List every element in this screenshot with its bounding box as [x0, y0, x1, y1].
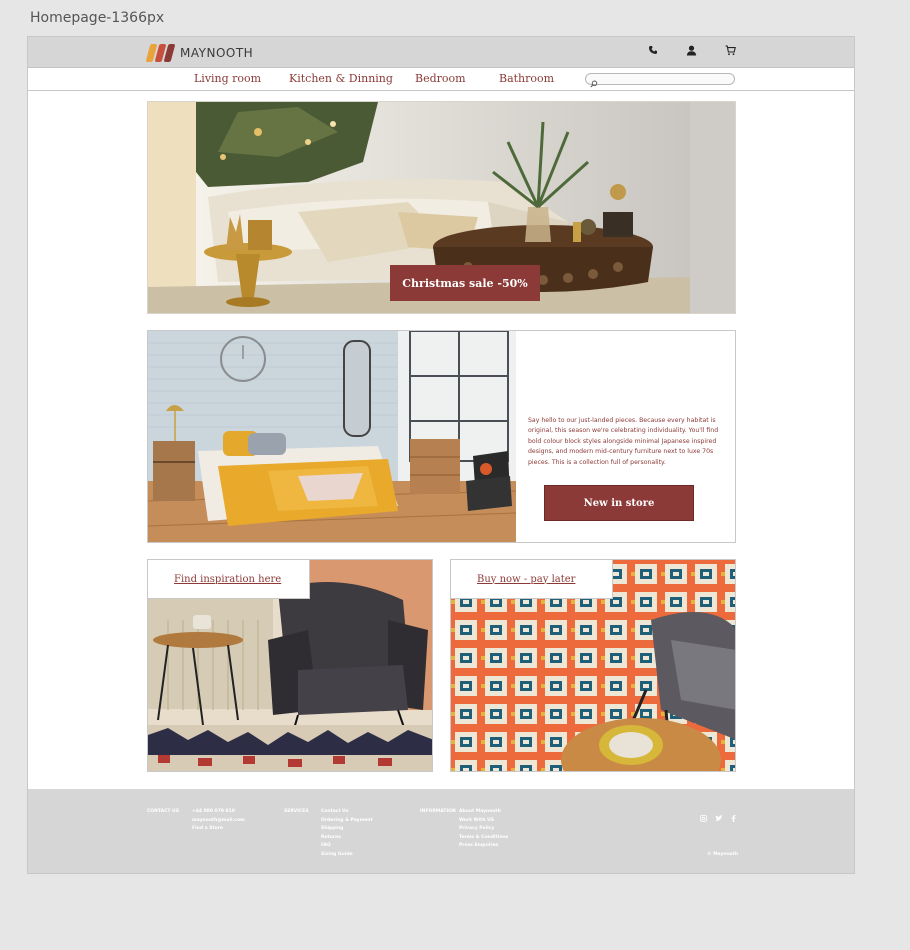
- logo-mark-icon: [145, 43, 176, 63]
- twitter-icon[interactable]: [715, 809, 723, 827]
- page-frame: MAYNOOTH Living room Kitchen & Dinning B…: [27, 36, 855, 874]
- pay-later-tile[interactable]: Buy now - pay later: [450, 559, 736, 772]
- header-icons: [648, 45, 736, 56]
- brand-logo[interactable]: MAYNOOTH: [145, 43, 254, 63]
- brand-name: MAYNOOTH: [180, 46, 254, 60]
- footer-information-list: About Maynooth Work With US Privacy Poli…: [459, 808, 508, 851]
- cart-icon[interactable]: [725, 45, 736, 56]
- footer-link-press[interactable]: Press Enquiries: [459, 842, 508, 851]
- inspiration-tile[interactable]: Find inspiration here: [147, 559, 433, 772]
- footer-link-about[interactable]: About Maynooth: [459, 808, 508, 817]
- search-icon: [590, 75, 598, 93]
- hero-banner: Christmas sale -50%: [147, 101, 736, 314]
- footer-find-store[interactable]: Find a Store: [192, 825, 245, 834]
- copyright: © Maynooth: [707, 852, 739, 857]
- new-in-description: Say hello to our just-landed pieces. Bec…: [528, 417, 719, 466]
- footer-services-list: Contact Us Ordering & Payment Shipping R…: [321, 808, 373, 860]
- nav-item-bathroom[interactable]: Bathroom: [499, 72, 554, 85]
- social-links: [700, 809, 736, 827]
- footer-link-ordering[interactable]: Ordering & Payment: [321, 817, 373, 826]
- search-input[interactable]: [600, 74, 730, 84]
- christmas-sale-button[interactable]: Christmas sale -50%: [390, 265, 540, 301]
- footer-contact-heading: CONTACT US: [147, 809, 179, 814]
- bedroom-image: [148, 331, 516, 542]
- footer-contact-list: +44 080 079 810 maynooth@mail.com Find a…: [192, 808, 245, 834]
- top-bar: MAYNOOTH: [28, 37, 854, 68]
- main-nav: Living room Kitchen & Dinning Bedroom Ba…: [28, 68, 854, 91]
- new-in-section: Say hello to our just-landed pieces. Bec…: [147, 330, 736, 543]
- footer-link-terms[interactable]: Terms & Conditions: [459, 834, 508, 843]
- footer-link-privacy[interactable]: Privacy Policy: [459, 825, 508, 834]
- nav-item-kitchen-dinning[interactable]: Kitchen & Dinning: [289, 72, 393, 85]
- footer-link-shipping[interactable]: Shipping: [321, 825, 373, 834]
- footer-email[interactable]: maynooth@mail.com: [192, 817, 245, 826]
- facebook-icon[interactable]: [731, 809, 736, 827]
- pay-later-label: Buy now - pay later: [451, 560, 613, 599]
- phone-icon[interactable]: [648, 45, 658, 56]
- nav-item-living-room[interactable]: Living room: [194, 72, 261, 85]
- footer-link-returns[interactable]: Returns: [321, 834, 373, 843]
- footer: CONTACT US +44 080 079 810 maynooth@mail…: [28, 789, 854, 873]
- footer-link-faq[interactable]: FAQ: [321, 842, 373, 851]
- search-box[interactable]: [585, 73, 735, 88]
- footer-phone[interactable]: +44 080 079 810: [192, 808, 245, 817]
- footer-services-heading: SERVICES: [284, 809, 309, 814]
- footer-link-sizing[interactable]: Sizing Guide: [321, 851, 373, 860]
- user-icon[interactable]: [686, 45, 697, 56]
- inspiration-label: Find inspiration here: [148, 560, 310, 599]
- buy-now-pay-later-link[interactable]: Buy now - pay later: [477, 574, 575, 585]
- footer-link-contact-us[interactable]: Contact Us: [321, 808, 373, 817]
- footer-information-heading: INFORMATION: [420, 809, 456, 814]
- footer-link-work[interactable]: Work With US: [459, 817, 508, 826]
- instagram-icon[interactable]: [700, 809, 707, 827]
- nav-item-bedroom[interactable]: Bedroom: [415, 72, 466, 85]
- new-in-store-button[interactable]: New in store: [544, 485, 694, 521]
- find-inspiration-link[interactable]: Find inspiration here: [174, 574, 281, 585]
- artboard-title: Homepage-1366px: [30, 10, 165, 26]
